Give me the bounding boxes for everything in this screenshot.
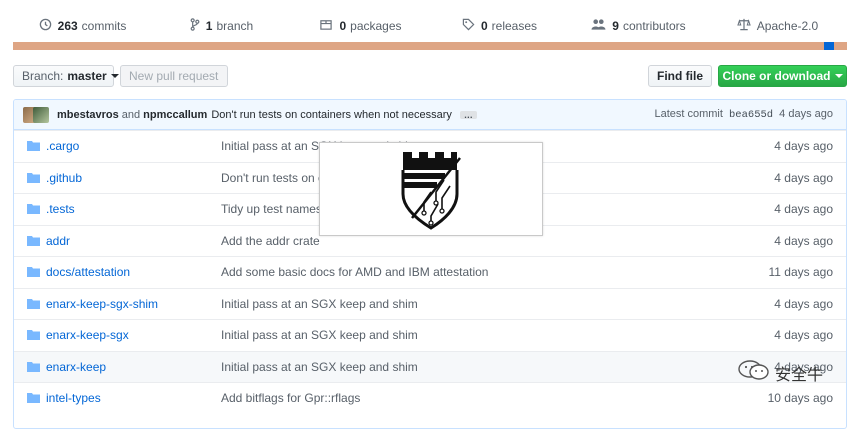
- wechat-icon: [737, 359, 771, 386]
- table-row: enarx-keep-sgx-shim Initial pass at an S…: [14, 287, 846, 320]
- history-icon: [39, 18, 52, 34]
- new-pull-request-button[interactable]: New pull request: [120, 65, 228, 87]
- tag-icon: [462, 18, 475, 34]
- latest-commit-bar: mbestavros and npmccallum Don't run test…: [14, 100, 846, 130]
- releases-link[interactable]: 0 releases: [430, 18, 569, 34]
- file-commit-message-link[interactable]: Initial pass at an SGX keep and shim: [221, 297, 846, 311]
- folder-icon: [27, 298, 40, 309]
- file-age: 4 days ago: [774, 202, 833, 217]
- branches-count: 1: [205, 18, 213, 33]
- language-bar[interactable]: [13, 42, 847, 50]
- branch-prefix: Branch:: [22, 69, 64, 83]
- packages-count: 0: [339, 18, 347, 33]
- commits-link[interactable]: 263 commits: [13, 18, 152, 34]
- contributors-link[interactable]: 9 contributors: [569, 18, 708, 34]
- new-pull-request-label: New pull request: [129, 69, 219, 83]
- file-age: 4 days ago: [774, 170, 833, 185]
- language-bar-secondary: [824, 42, 834, 50]
- avatar[interactable]: [33, 106, 49, 123]
- packages-link[interactable]: 0 packages: [291, 18, 430, 34]
- file-name-link[interactable]: enarx-keep-sgx-shim: [46, 297, 221, 311]
- git-branch-icon: [190, 17, 200, 34]
- find-file-button[interactable]: Find file: [648, 65, 712, 87]
- releases-label: releases: [491, 18, 538, 33]
- enarx-logo-overlay: [319, 142, 543, 236]
- file-age: 4 days ago: [774, 296, 833, 311]
- table-row: docs/attestation Add some basic docs for…: [14, 256, 846, 288]
- folder-icon: [27, 172, 40, 183]
- table-row: enarx-keep-sgx Initial pass at an SGX ke…: [14, 319, 846, 351]
- license-link[interactable]: Apache-2.0: [708, 18, 847, 34]
- file-name-link[interactable]: docs/attestation: [46, 265, 221, 279]
- commit-message-link[interactable]: Don't run tests on containers when not n…: [211, 109, 452, 121]
- contributors-label: contributors: [622, 18, 686, 33]
- enarx-logo-icon: [401, 152, 461, 230]
- file-age: 4 days ago: [774, 233, 833, 248]
- commit-author-link[interactable]: mbestavros: [57, 109, 119, 121]
- latest-commit-info: Latest commit bea655d 4 days ago: [654, 108, 833, 121]
- file-name-link[interactable]: addr: [46, 234, 221, 248]
- repo-summary-bar: 263 commits 1 branch 0 packages 0 releas…: [13, 9, 847, 42]
- file-name-link[interactable]: .cargo: [46, 139, 221, 153]
- file-age: 4 days ago: [774, 328, 833, 343]
- clone-label: Clone or download: [722, 69, 831, 83]
- releases-count: 0: [480, 18, 488, 33]
- packages-label: packages: [350, 18, 402, 33]
- branches-label: branch: [216, 18, 254, 33]
- file-commit-message-link[interactable]: Initial pass at an SGX keep and shim: [221, 328, 846, 342]
- watermark-text: 安全牛: [775, 366, 824, 384]
- file-name-link[interactable]: .github: [46, 171, 221, 185]
- caret-down-icon: [834, 74, 843, 78]
- branch-name: master: [67, 69, 107, 83]
- table-row: intel-types Add bitflags for Gpr::rflags…: [14, 382, 846, 414]
- file-commit-message-link[interactable]: Add bitflags for Gpr::rflags: [221, 391, 846, 405]
- file-name-link[interactable]: .tests: [46, 202, 221, 216]
- branch-select-button[interactable]: Branch: master: [13, 65, 119, 87]
- folder-icon: [27, 267, 40, 278]
- folder-icon: [27, 204, 40, 215]
- file-commit-message-link[interactable]: Add some basic docs for AMD and IBM atte…: [221, 265, 846, 279]
- table-row: enarx-keep Initial pass at an SGX keep a…: [14, 350, 846, 382]
- package-icon: [319, 18, 333, 34]
- license-label: Apache-2.0: [756, 18, 819, 33]
- file-age: 4 days ago: [774, 139, 833, 154]
- folder-icon: [27, 235, 40, 246]
- caret-down-icon: [110, 74, 119, 78]
- commit-expand-button[interactable]: …: [459, 110, 477, 119]
- commit-and-text: and: [121, 108, 141, 121]
- file-age: 10 days ago: [767, 391, 833, 406]
- latest-commit-age: 4 days ago: [779, 108, 833, 120]
- watermark: 安全牛: [737, 359, 823, 386]
- contributors-count: 9: [612, 18, 619, 33]
- file-name-link[interactable]: intel-types: [46, 391, 221, 405]
- branches-link[interactable]: 1 branch: [152, 17, 291, 34]
- latest-commit-prefix: Latest commit: [654, 108, 723, 120]
- file-age: 11 days ago: [768, 265, 834, 280]
- commit-sha-link[interactable]: bea655d: [729, 109, 773, 121]
- law-icon: [737, 18, 751, 34]
- file-name-link[interactable]: enarx-keep: [46, 360, 221, 374]
- commits-label: commits: [81, 18, 127, 33]
- folder-icon: [27, 330, 40, 341]
- folder-icon: [27, 361, 40, 372]
- folder-icon: [27, 141, 40, 152]
- author-avatars[interactable]: [23, 106, 51, 123]
- clone-or-download-button[interactable]: Clone or download: [718, 65, 847, 87]
- people-icon: [591, 18, 606, 34]
- commits-count: 263: [57, 18, 78, 33]
- find-file-label: Find file: [657, 69, 703, 83]
- file-name-link[interactable]: enarx-keep-sgx: [46, 328, 221, 342]
- folder-icon: [27, 393, 40, 404]
- commit-coauthor-link[interactable]: npmccallum: [143, 109, 207, 121]
